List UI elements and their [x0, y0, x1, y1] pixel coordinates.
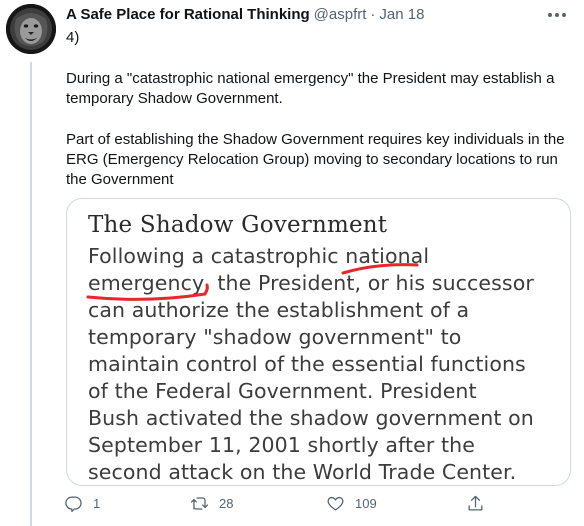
media-line: emergency, the President, or his success…	[88, 271, 534, 295]
retweet-count: 28	[219, 496, 234, 511]
display-name[interactable]: A Safe Place for Rational Thinking	[66, 6, 310, 23]
tweet-media-image[interactable]: The Shadow Government Following a catast…	[66, 198, 571, 486]
retweet-icon	[190, 497, 209, 510]
thread-line	[30, 62, 32, 526]
tweet-date[interactable]: Jan 18	[379, 6, 424, 23]
tweet-actions: 1 28 109	[56, 494, 566, 522]
retweet-button[interactable]: 28	[190, 494, 233, 513]
media-title: The Shadow Government	[88, 212, 388, 238]
media-line: of the Federal Government. President	[88, 379, 477, 403]
tweet-text-number: 4)	[66, 29, 80, 46]
separator-dot: ·	[370, 6, 376, 23]
tweet-header: A Safe Place for Rational Thinking @aspf…	[66, 6, 544, 28]
media-line: temporary "shadow government" to	[88, 325, 462, 349]
like-button[interactable]: 109	[326, 494, 377, 513]
media-line: Following a catastrophic national	[88, 244, 430, 268]
avatar[interactable]	[6, 4, 56, 54]
media-content: The Shadow Government Following a catast…	[88, 209, 562, 485]
tweet-text-paragraph-2: Part of establishing the Shadow Governme…	[66, 131, 565, 188]
share-button[interactable]	[466, 494, 485, 513]
media-line: September 11, 2001 shortly after the	[88, 433, 475, 457]
tweet-text-paragraph-1: During a "catastrophic national emergenc…	[66, 70, 555, 107]
media-line: maintain control of the essential functi…	[88, 352, 526, 376]
more-icon[interactable]	[548, 8, 570, 22]
user-handle[interactable]: @aspfrt	[314, 6, 367, 23]
media-line: can authorize the establishment of a	[88, 298, 470, 322]
reply-count: 1	[93, 496, 101, 511]
reply-icon	[65, 496, 82, 513]
media-body: Following a catastrophic national emerge…	[88, 243, 562, 485]
media-line: second attack on the World Trade Center.	[88, 460, 517, 484]
reply-button[interactable]: 1	[64, 494, 100, 513]
like-count: 109	[355, 496, 377, 511]
heart-icon	[327, 496, 344, 511]
lion-avatar-icon	[6, 4, 56, 54]
media-line: Bush activated the shadow government on	[88, 406, 534, 430]
share-icon	[468, 495, 483, 511]
